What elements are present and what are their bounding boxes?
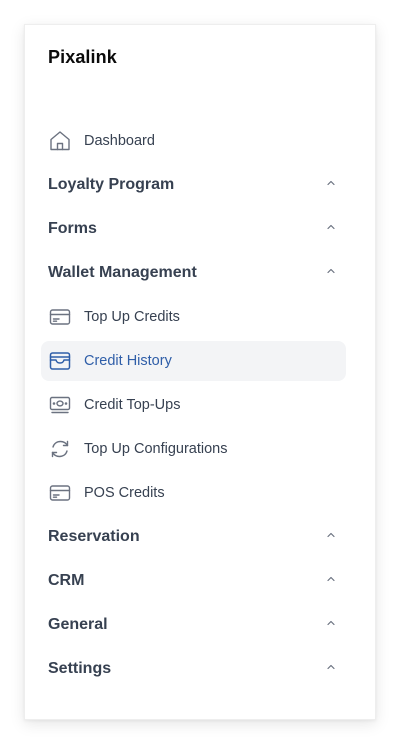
refresh-icon	[48, 437, 72, 461]
sidebar-item-top-up-configurations[interactable]: Top Up Configurations	[25, 427, 375, 471]
sidebar-nav: Dashboard Loyalty Program Forms Wallet M…	[25, 119, 375, 691]
chevron-up-icon[interactable]	[325, 616, 337, 634]
wallet-icon	[48, 349, 72, 373]
sidebar-item-dashboard[interactable]: Dashboard	[25, 119, 375, 163]
brand-name: Pixalink	[48, 47, 117, 67]
section-forms[interactable]: Forms	[25, 207, 375, 251]
sidebar-item-label: Top Up Credits	[84, 309, 180, 325]
sidebar-item-credit-top-ups[interactable]: Credit Top-Ups	[25, 383, 375, 427]
chevron-up-icon[interactable]	[325, 176, 337, 194]
chevron-up-icon[interactable]	[325, 528, 337, 546]
sidebar-item-credit-history[interactable]: Credit History	[41, 341, 346, 381]
section-wallet-management[interactable]: Wallet Management	[25, 251, 375, 295]
sidebar-item-label: Credit History	[84, 353, 172, 369]
section-title: Forms	[48, 220, 97, 237]
credit-card-icon	[48, 305, 72, 329]
section-general[interactable]: General	[25, 603, 375, 647]
sidebar-item-label: POS Credits	[84, 485, 165, 501]
sidebar-item-top-up-credits[interactable]: Top Up Credits	[25, 295, 375, 339]
chevron-up-icon[interactable]	[325, 264, 337, 282]
section-title: Reservation	[48, 528, 140, 545]
credit-card-icon	[48, 481, 72, 505]
section-title: Wallet Management	[48, 264, 197, 281]
section-title: General	[48, 616, 108, 633]
home-icon	[48, 129, 72, 153]
section-crm[interactable]: CRM	[25, 559, 375, 603]
section-reservation[interactable]: Reservation	[25, 515, 375, 559]
sidebar-item-pos-credits[interactable]: POS Credits	[25, 471, 375, 515]
section-title: Loyalty Program	[48, 176, 175, 193]
section-loyalty-program[interactable]: Loyalty Program	[25, 163, 375, 207]
sidebar-item-label: Credit Top-Ups	[84, 397, 181, 413]
banknote-icon	[48, 393, 72, 417]
section-title: Settings	[48, 660, 112, 677]
chevron-up-icon[interactable]	[325, 220, 337, 238]
sidebar-item-label: Dashboard	[84, 133, 155, 149]
sidebar: Pixalink Dashboard Loyalty Program Forms	[24, 24, 376, 720]
chevron-up-icon[interactable]	[325, 572, 337, 590]
sidebar-item-label: Top Up Configurations	[84, 441, 228, 457]
section-title: CRM	[48, 572, 85, 589]
chevron-up-icon[interactable]	[325, 660, 337, 678]
section-settings[interactable]: Settings	[25, 647, 375, 691]
